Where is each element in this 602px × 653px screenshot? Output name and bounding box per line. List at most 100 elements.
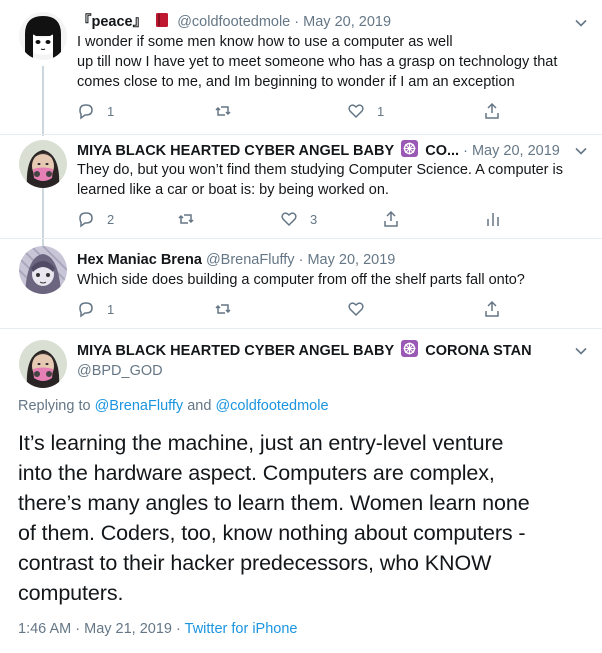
share-icon — [485, 102, 499, 119]
share-icon — [384, 210, 398, 227]
chevron-down-icon[interactable] — [574, 344, 588, 358]
tweet-actions: 1 1 — [77, 101, 577, 121]
retweet-button[interactable] — [177, 209, 195, 229]
reply-count: 1 — [107, 301, 115, 317]
separator: · — [463, 143, 468, 159]
display-name[interactable]: Hex Maniac Brena — [77, 252, 202, 268]
like-button[interactable]: 3 — [280, 209, 317, 229]
avatar-image — [19, 246, 67, 294]
reply-icon — [79, 104, 93, 120]
replying-prefix: Replying to — [18, 398, 91, 414]
avatar[interactable] — [19, 340, 67, 388]
display-name[interactable]: MIYA BLACK HEARTED CYBER ANGEL BABY — [77, 343, 394, 359]
like-count: 1 — [377, 103, 385, 119]
analytics-icon — [487, 213, 499, 226]
mention-link[interactable]: @BrenaFluffy — [95, 398, 184, 414]
tweet-date[interactable]: May 20, 2019 — [303, 14, 391, 30]
heart-icon — [348, 302, 364, 317]
tweet-text-line: They do, but you won’t find them studyin… — [77, 162, 564, 178]
tweet-text-line: I wonder if some men know how to use a c… — [77, 34, 453, 50]
reply-button[interactable]: 1 — [77, 101, 114, 121]
main-tweet-text: It’s learning the machine, just an entry… — [18, 428, 584, 608]
separator: · — [294, 14, 300, 30]
separator: · — [298, 252, 304, 268]
tweet[interactable]: MIYA BLACK HEARTED CYBER ANGEL BABY CO..… — [0, 140, 602, 232]
wheel-emoji-icon — [401, 140, 419, 160]
like-count: 3 — [310, 211, 318, 227]
tweet-text-line: computers. — [18, 581, 124, 605]
reply-count: 1 — [107, 103, 115, 119]
divider — [0, 134, 602, 135]
retweet-icon — [215, 106, 231, 116]
display-name[interactable]: MIYA BLACK HEARTED CYBER ANGEL BABY — [77, 143, 394, 159]
tweet[interactable]: 『peace』 @coldfootedmole · May 20, 2019 I… — [0, 12, 602, 122]
display-name-suffix[interactable]: CO... — [425, 143, 459, 159]
tweet-date[interactable]: May 20, 2019 — [472, 143, 560, 159]
divider — [0, 238, 602, 239]
avatar-image — [19, 340, 67, 388]
tweet-timestamp: 1:46 AM · May 21, 2019 · Twitter for iPh… — [18, 621, 297, 637]
display-name-suffix[interactable]: CORONA STAN — [425, 343, 531, 359]
tweet-text-line: comes close to me, and Im beginning to w… — [77, 74, 515, 90]
tweet[interactable]: Hex Maniac Brena @BrenaFluffy · May 20, … — [0, 246, 602, 322]
avatar[interactable] — [19, 12, 67, 60]
share-button[interactable] — [483, 101, 501, 121]
tweet-header: MIYA BLACK HEARTED CYBER ANGEL BABY CORO… — [77, 340, 572, 360]
reply-icon — [79, 212, 93, 228]
tweet-text: I wonder if some men know how to use a c… — [77, 32, 587, 92]
tweet-header: MIYA BLACK HEARTED CYBER ANGEL BABY CO..… — [77, 140, 572, 160]
tweet-text-line: It’s learning the machine, just an entry… — [18, 431, 504, 455]
share-button[interactable] — [382, 209, 400, 229]
tweet-actions: 2 3 — [77, 209, 577, 229]
heart-icon — [348, 104, 364, 119]
replying-to: Replying to @BrenaFluffy and @coldfooted… — [18, 398, 329, 414]
separator: · — [176, 621, 181, 637]
avatar-image — [19, 12, 67, 60]
avatar[interactable] — [19, 246, 67, 294]
tweet-text-line: learned like a car or boat is: by being … — [77, 182, 389, 198]
separator: · — [75, 621, 81, 637]
mention-link[interactable]: @coldfootedmole — [215, 398, 328, 414]
tweet-text-line: of them. Coders, too, know nothing about… — [18, 521, 526, 545]
tweet-time[interactable]: 1:46 AM — [18, 621, 71, 637]
reply-button[interactable]: 2 — [77, 209, 114, 229]
tweet-header: 『peace』 @coldfootedmole · May 20, 2019 — [77, 12, 572, 32]
display-name[interactable]: 『peace』 — [77, 14, 147, 30]
reply-icon — [79, 302, 93, 318]
book-emoji-icon — [154, 12, 170, 32]
tweet-text: They do, but you won’t find them studyin… — [77, 160, 587, 200]
retweet-button[interactable] — [214, 101, 232, 121]
like-button[interactable]: 1 — [347, 101, 384, 121]
tweet-header: Hex Maniac Brena @BrenaFluffy · May 20, … — [77, 250, 572, 270]
heart-icon — [281, 212, 297, 227]
share-button[interactable] — [483, 299, 501, 319]
wheel-emoji-icon — [401, 340, 419, 360]
like-button[interactable] — [347, 299, 365, 319]
avatar-image — [19, 140, 67, 188]
tweet-text-line: into the hardware aspect. Computers are … — [18, 461, 495, 485]
retweet-icon — [178, 214, 194, 224]
retweet-button[interactable] — [214, 299, 232, 319]
tweet-date[interactable]: May 20, 2019 — [307, 252, 395, 268]
chevron-down-icon[interactable] — [574, 144, 588, 158]
replying-and: and — [187, 398, 212, 414]
tweet-text-line: contrast to their hacker predecessors, w… — [18, 551, 492, 575]
user-handle[interactable]: @BPD_GOD — [77, 361, 587, 381]
retweet-icon — [215, 304, 231, 314]
reply-button[interactable]: 1 — [77, 299, 114, 319]
tweet-text-line: Which side does building a computer from… — [77, 272, 525, 288]
chevron-down-icon[interactable] — [574, 16, 588, 30]
tweet-text-line: there’s many angles to learn them. Women… — [18, 491, 530, 515]
user-handle[interactable]: @coldfootedmole — [177, 14, 290, 30]
tweet-date[interactable]: May 21, 2019 — [84, 621, 172, 637]
reply-count: 2 — [107, 211, 115, 227]
tweet-actions: 1 — [77, 299, 577, 319]
tweet-text: Which side does building a computer from… — [77, 270, 587, 290]
tweet-text-line: up till now I have yet to meet someone w… — [77, 54, 558, 70]
tweet-source-link[interactable]: Twitter for iPhone — [185, 621, 298, 637]
analytics-button[interactable] — [484, 209, 502, 229]
avatar[interactable] — [19, 140, 67, 188]
user-handle[interactable]: @BrenaFluffy — [206, 252, 295, 268]
divider — [0, 328, 602, 329]
share-icon — [485, 300, 499, 317]
